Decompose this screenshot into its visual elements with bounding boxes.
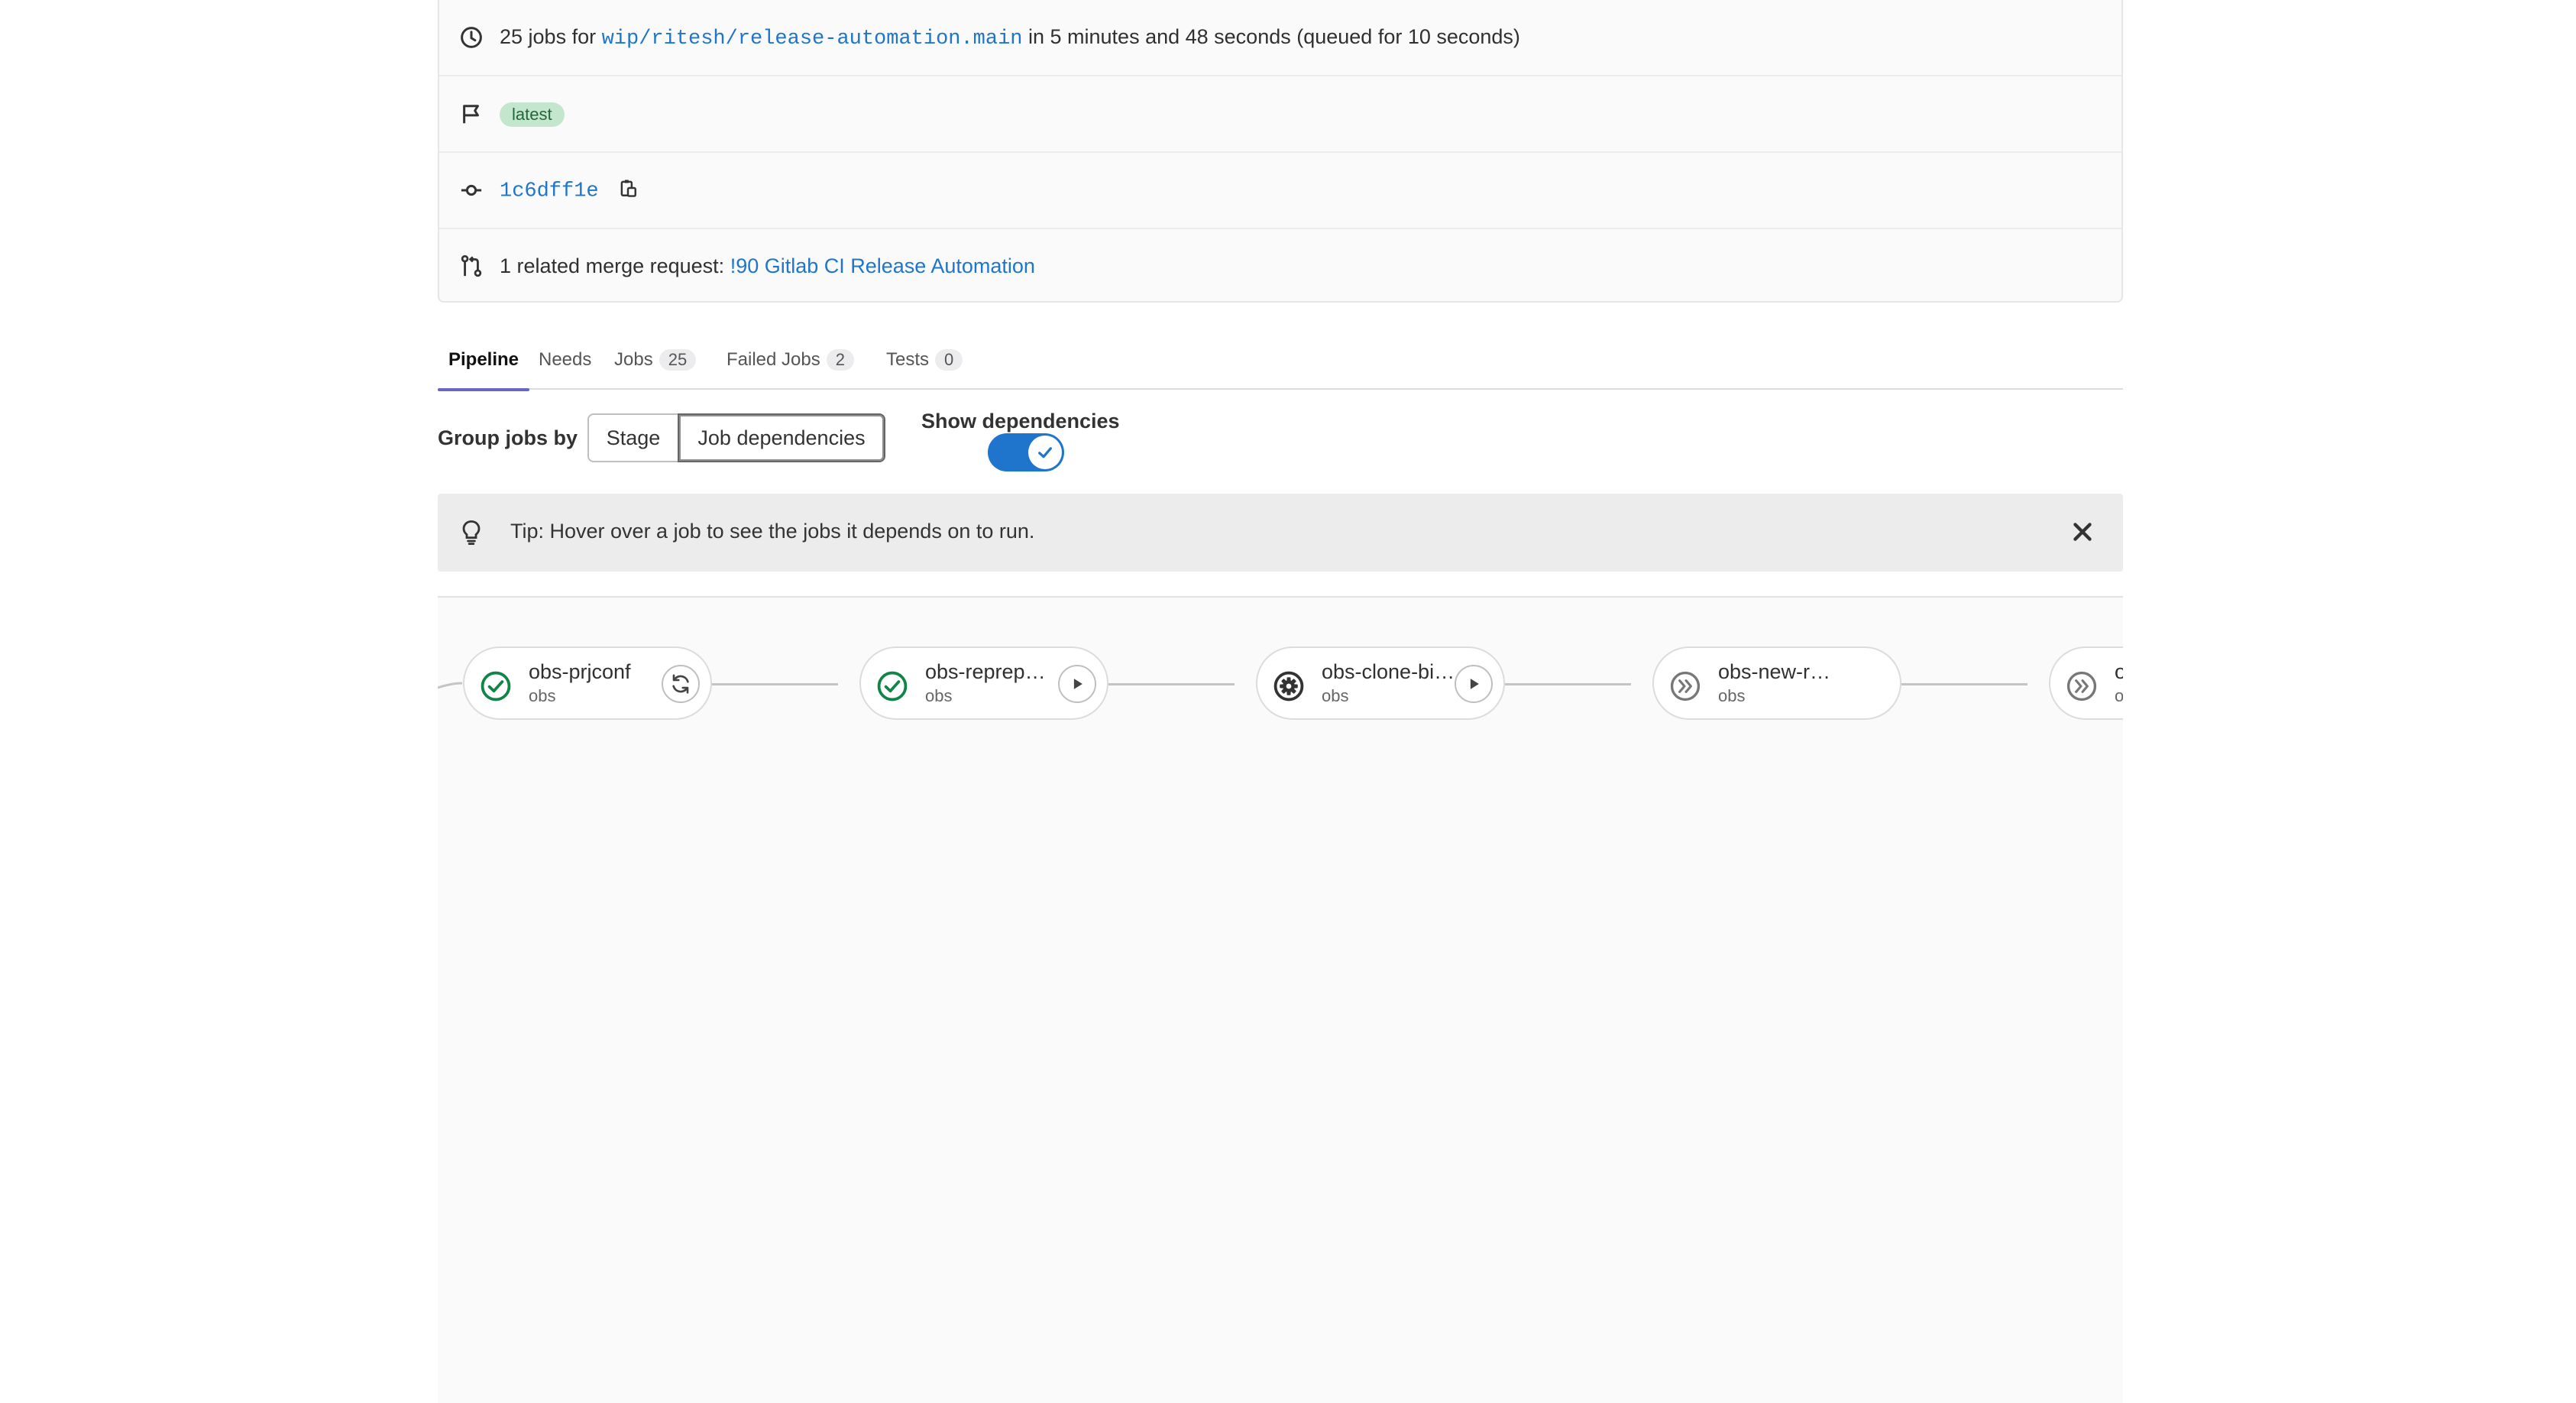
tab-label: Needs	[539, 349, 592, 370]
pipeline-graph: obs-prjconf obs obs-reprep… obs obs-clon…	[438, 598, 2123, 1403]
commit-sha-link[interactable]: 1c6dff1e	[500, 180, 599, 203]
play-icon[interactable]	[1058, 665, 1096, 703]
tab-label: Jobs	[614, 349, 653, 370]
job-stage: obs	[925, 686, 953, 705]
job-pill-obs-new-r[interactable]: obs-new-r… obs	[1652, 646, 1901, 720]
commit-icon	[459, 178, 484, 203]
job-pill-clipped[interactable]: o o	[2049, 646, 2123, 720]
status-skipped-icon	[1669, 670, 1701, 702]
job-name: obs-prjconf	[529, 660, 631, 683]
lightbulb-icon	[461, 520, 482, 549]
latest-badge: latest	[500, 102, 565, 127]
job-name: obs-reprep…	[925, 660, 1046, 683]
job-link	[1107, 683, 1235, 685]
merge-request-prefix: 1 related merge request:	[500, 254, 725, 277]
jobs-summary-prefix: 25 jobs for	[500, 24, 597, 48]
ref-link[interactable]: wip/ritesh/release-automation.main	[602, 28, 1023, 50]
jobs-summary-suffix: in 5 minutes and 48 seconds (queued for …	[1028, 24, 1520, 48]
status-success-icon	[876, 670, 908, 702]
job-name: obs-clone-bi…	[1322, 660, 1455, 683]
check-icon	[1028, 436, 1062, 469]
job-name: obs-new-r…	[1718, 660, 1831, 683]
jobs-summary-row: 25 jobs for wip/ritesh/release-automatio…	[439, 0, 2121, 76]
group-jobs-label: Group jobs by	[438, 426, 578, 449]
job-stage: obs	[1718, 686, 1746, 705]
job-pill-obs-reprep[interactable]: obs-reprep… obs	[859, 646, 1108, 720]
job-link	[1503, 683, 1631, 685]
tab-tests[interactable]: Tests 0	[886, 330, 963, 390]
job-stage: obs	[1322, 686, 1349, 705]
tab-label: Failed Jobs	[727, 349, 820, 370]
jobs-summary: 25 jobs for wip/ritesh/release-automatio…	[500, 25, 1520, 50]
merge-request-row: 1 related merge request: !90 Gitlab CI R…	[439, 228, 2121, 304]
group-by-dependencies-button[interactable]: Job dependencies	[678, 413, 885, 462]
tab-jobs[interactable]: Jobs 25	[614, 330, 697, 390]
tab-failed-jobs[interactable]: Failed Jobs 2	[727, 330, 854, 390]
show-dependencies-label: Show dependencies	[921, 410, 1120, 433]
badges-row: latest	[439, 76, 2121, 153]
copy-icon[interactable]	[618, 177, 638, 204]
status-success-icon	[480, 670, 512, 702]
tab-label: Pipeline	[448, 349, 519, 370]
tip-alert: Tip: Hover over a job to see the jobs it…	[438, 494, 2123, 572]
show-dependencies-toggle[interactable]	[988, 433, 1064, 471]
close-icon[interactable]	[2070, 519, 2095, 545]
tab-count: 2	[826, 349, 854, 371]
tab-count: 25	[659, 349, 697, 371]
clock-icon	[459, 25, 484, 50]
tip-text: Tip: Hover over a job to see the jobs it…	[510, 520, 1035, 543]
group-by-toggle: Stage Job dependencies	[587, 413, 885, 462]
flag-icon	[459, 102, 484, 126]
play-icon[interactable]	[1455, 665, 1493, 703]
status-manual-gear-icon	[1273, 670, 1305, 702]
job-pill-obs-clone-bi[interactable]: obs-clone-bi… obs	[1256, 646, 1505, 720]
job-name: o	[2115, 660, 2123, 683]
pipeline-page: 25 jobs for wip/ritesh/release-automatio…	[437, 0, 2126, 1403]
status-skipped-icon	[2066, 670, 2098, 702]
pipeline-tabs: Pipeline Needs Jobs 25 Failed Jobs 2 Tes…	[437, 330, 2123, 391]
job-stage: o	[2115, 686, 2123, 705]
tab-pipeline[interactable]: Pipeline	[437, 330, 530, 391]
job-link	[710, 683, 838, 685]
tab-count: 0	[935, 349, 963, 371]
merge-request-icon	[459, 254, 484, 278]
job-link	[1900, 683, 2027, 685]
pipeline-info-card: 25 jobs for wip/ritesh/release-automatio…	[438, 0, 2123, 303]
group-by-stage-button[interactable]: Stage	[587, 413, 678, 462]
tab-label: Tests	[886, 349, 930, 370]
job-stage: obs	[529, 686, 556, 705]
job-pill-obs-prjconf[interactable]: obs-prjconf obs	[463, 646, 712, 720]
retry-icon[interactable]	[662, 665, 700, 703]
tab-needs[interactable]: Needs	[539, 330, 591, 390]
commit-row: 1c6dff1e	[439, 153, 2121, 229]
merge-request-link[interactable]: !90 Gitlab CI Release Automation	[730, 254, 1035, 277]
